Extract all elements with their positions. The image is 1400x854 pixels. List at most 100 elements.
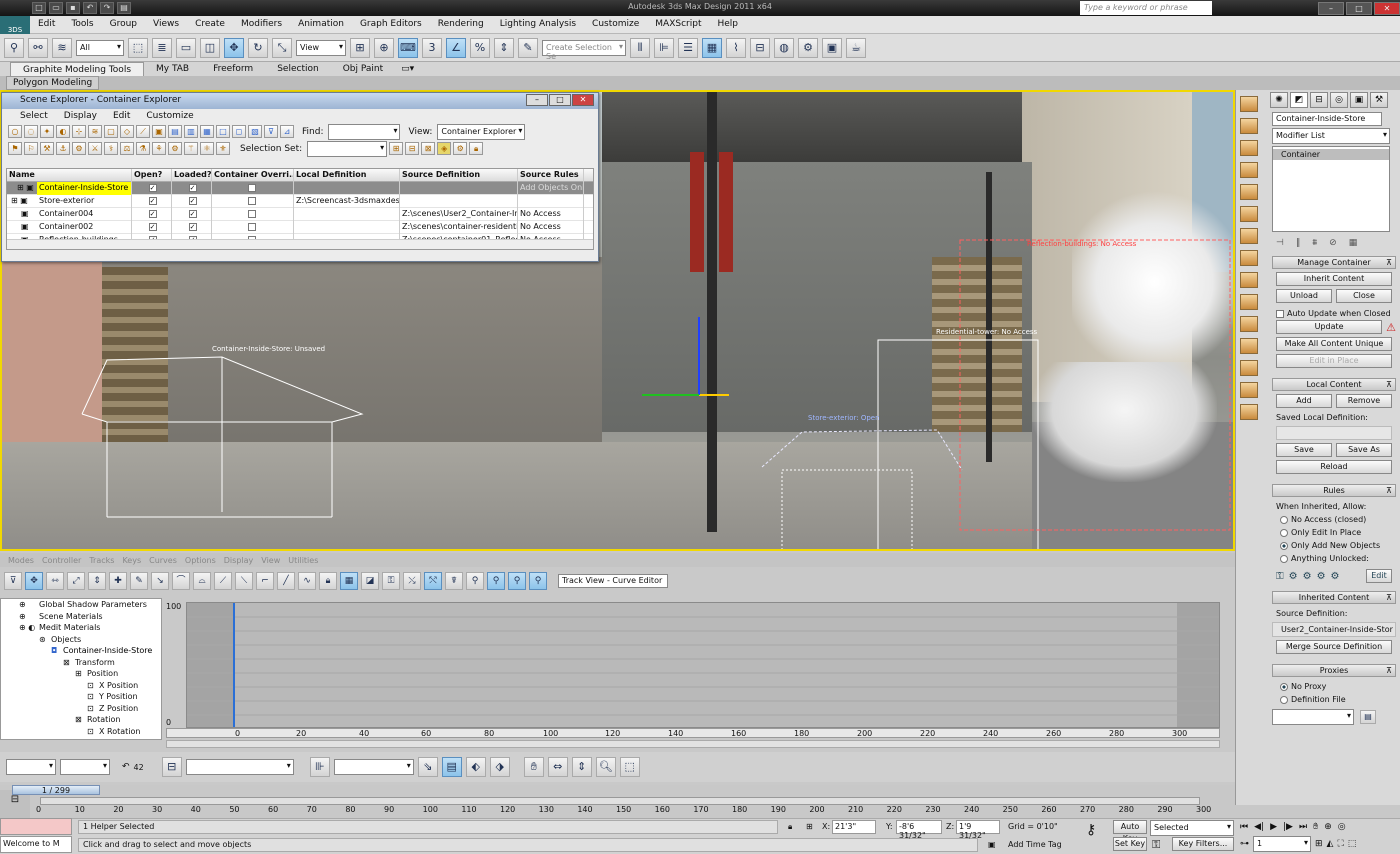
render-production-icon[interactable]: ☕ — [846, 37, 866, 58]
rules-header[interactable]: Rules — [1272, 484, 1396, 497]
tree-item[interactable]: ⊕ ◐ Medit Materials — [1, 622, 161, 634]
track-set-icon[interactable]: ⊪ — [309, 757, 330, 777]
menu-animation[interactable]: Animation — [290, 16, 352, 33]
se-minimize-button[interactable]: – — [526, 94, 548, 106]
se-maximize-button[interactable]: □ — [549, 94, 571, 106]
tangent-fast-icon[interactable]: ⟋ — [214, 572, 232, 590]
display-bones-icon[interactable]: ⟋ — [136, 125, 150, 138]
radio-icon[interactable] — [1280, 541, 1288, 550]
frame-field-2[interactable] — [60, 759, 110, 775]
container-tool-12-icon[interactable] — [1240, 338, 1258, 354]
menu-rendering[interactable]: Rendering — [430, 16, 492, 33]
container-tool-15-icon[interactable] — [1240, 404, 1258, 420]
add-time-tag[interactable]: Add Time Tag — [1008, 840, 1062, 849]
selection-filter-dropdown[interactable]: All — [76, 39, 124, 56]
edit-track-set-icon[interactable]: ▤ — [441, 757, 462, 777]
create-tab-icon[interactable]: ✺ — [1270, 92, 1288, 108]
col-local-definition[interactable]: Local Definition — [294, 169, 400, 182]
utilities-tab-icon[interactable]: ⚒ — [1370, 92, 1388, 108]
lock-set-icon[interactable]: 🔒︎ — [469, 142, 484, 155]
auto-update-box[interactable] — [1276, 310, 1284, 318]
polygon-modeling-panel[interactable]: Polygon Modeling — [6, 76, 100, 90]
tree-item[interactable]: ⊡ Z Position — [1, 703, 161, 715]
reference-coord-dropdown[interactable]: View — [296, 39, 346, 56]
select-move-icon[interactable]: ✥ — [224, 37, 244, 58]
display-none-icon[interactable]: ▥ — [184, 125, 198, 138]
curve-horizontal-scrollbar[interactable] — [166, 740, 1220, 748]
no-proxy-radio[interactable]: No Proxy — [1268, 680, 1400, 693]
time-slider[interactable]: 1 / 299 — [12, 785, 100, 795]
rendered-frame-icon[interactable]: ▣ — [822, 37, 842, 58]
set-key-button[interactable]: Set Key — [1113, 837, 1147, 851]
filters-icon[interactable]: ⊽ — [4, 572, 22, 590]
current-frame-field[interactable]: 1 — [1253, 836, 1311, 852]
named-selection-dropdown[interactable]: Create Selection Se — [542, 39, 626, 61]
container-proxy-icon[interactable]: ⚜ — [216, 142, 230, 155]
se-horizontal-scrollbar[interactable] — [7, 239, 593, 249]
spinner-snap-icon[interactable]: ⇕ — [494, 37, 514, 58]
rule-edit-in-place-radio[interactable]: Only Edit In Place — [1268, 526, 1400, 539]
hierarchy-tab-icon[interactable]: ⊟ — [1310, 92, 1328, 108]
draw-curves-icon[interactable]: ✎ — [130, 572, 148, 590]
tangent-slow-icon[interactable]: ⟍ — [235, 572, 253, 590]
menu-maxscript[interactable]: MAXScript — [647, 16, 709, 33]
se-close-button[interactable]: ✕ — [572, 94, 594, 106]
tv-menu-display[interactable]: Display — [220, 556, 258, 565]
container-create-icon[interactable]: ⚑ — [8, 142, 22, 155]
close-button[interactable]: ✕ — [1374, 1, 1400, 15]
auto-update-checkbox[interactable]: Auto Update when Closed — [1268, 306, 1400, 320]
select-by-name-icon[interactable]: ≣ — [152, 37, 172, 58]
selected-dropdown[interactable]: Selected — [1150, 820, 1234, 836]
menu-lighting-analysis[interactable]: Lighting Analysis — [492, 16, 584, 33]
menu-customize[interactable]: Customize — [584, 16, 647, 33]
tab-my-tab[interactable]: My TAB — [144, 62, 201, 76]
maxscript-listener[interactable] — [0, 818, 72, 835]
app-logo-icon[interactable]: 3DS — [0, 16, 30, 35]
layer-manager-icon[interactable]: ☰ — [678, 37, 698, 58]
rules-edit-button[interactable]: Edit — [1366, 569, 1392, 583]
radio-icon[interactable] — [1280, 695, 1288, 704]
radio-icon[interactable] — [1280, 515, 1288, 524]
row-override-check[interactable] — [212, 195, 294, 208]
row-open-check[interactable]: ✓ — [132, 221, 172, 234]
container-reload-icon[interactable]: ⚗ — [136, 142, 150, 155]
ribbon-options-icon[interactable]: ▭▾ — [395, 62, 420, 76]
tv-menu-tracks[interactable]: Tracks — [85, 556, 118, 565]
curve-editor-icon[interactable]: ⌇ — [726, 37, 746, 58]
row-override-check[interactable] — [212, 208, 294, 221]
se-menu-edit[interactable]: Edit — [105, 111, 138, 121]
biped-x-icon[interactable]: ⚲ — [487, 572, 505, 590]
row-loaded-check[interactable]: ✓ — [172, 182, 212, 195]
display-geometry-icon[interactable]: ○ — [8, 125, 22, 138]
bind-space-warp-icon[interactable]: ≋ — [52, 37, 72, 58]
proxies-header[interactable]: Proxies — [1272, 664, 1396, 677]
slide-keys-icon[interactable]: ⇿ — [46, 572, 64, 590]
zoom-icon[interactable]: 🔍︎ — [595, 757, 616, 777]
tangent-linear-icon[interactable]: ╱ — [277, 572, 295, 590]
tangent-custom-icon[interactable]: ⌓ — [193, 572, 211, 590]
time-config-icon[interactable]: ⊞ — [1315, 839, 1323, 849]
angle-snap-icon[interactable]: ∠ — [446, 37, 466, 58]
tree-item[interactable]: ⊠ Rotation — [1, 714, 161, 726]
menu-modifiers[interactable]: Modifiers — [233, 16, 290, 33]
definition-file-radio[interactable]: Definition File — [1268, 693, 1400, 706]
rule-no-access-radio[interactable]: No Access (closed) — [1268, 513, 1400, 526]
new-file-icon[interactable]: □ — [32, 2, 46, 14]
select-by-name-icon[interactable]: ⊟ — [161, 757, 182, 777]
track-bar[interactable] — [40, 797, 1200, 805]
select-none-icon[interactable]: ◻ — [232, 125, 246, 138]
tab-selection[interactable]: Selection — [265, 62, 330, 76]
tangent-auto-icon[interactable]: ⌒ — [172, 572, 190, 590]
tree-expand-icon[interactable]: ⊕ — [19, 599, 26, 610]
rule-anything-unlocked-radio[interactable]: Anything Unlocked: — [1268, 552, 1400, 565]
row-open-check[interactable]: ✓ — [132, 182, 172, 195]
menu-create[interactable]: Create — [187, 16, 233, 33]
select-invert-icon[interactable]: ▧ — [248, 125, 262, 138]
row-loaded-check[interactable]: ✓ — [172, 208, 212, 221]
select-scale-icon[interactable]: ⤡ — [272, 37, 292, 58]
tree-expand-icon[interactable]: ⊕ — [19, 611, 26, 622]
tv-menu-keys[interactable]: Keys — [118, 556, 145, 565]
close-container-button[interactable]: Close — [1336, 289, 1392, 303]
highlight-set-icon[interactable]: ◈ — [437, 142, 452, 155]
render-setup-icon[interactable]: ⚙ — [798, 37, 818, 58]
